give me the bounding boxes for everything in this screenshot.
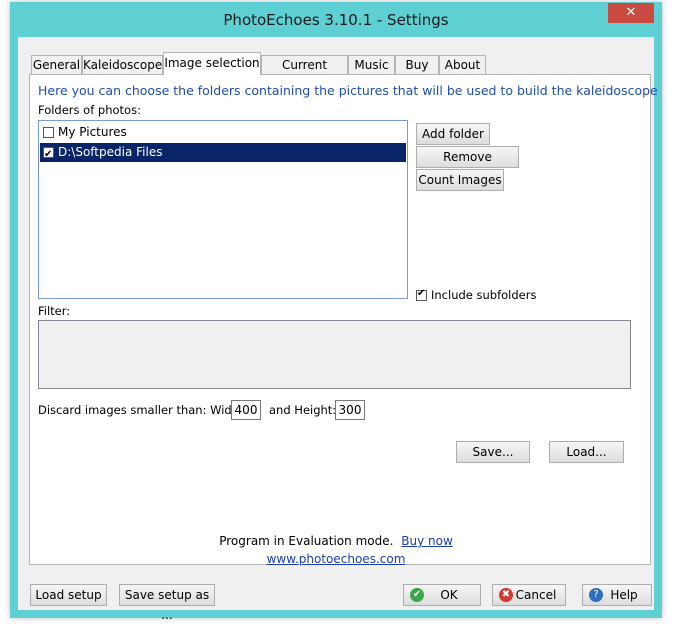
ok-icon: ✔: [410, 588, 424, 602]
tab-buy[interactable]: Buy: [395, 55, 439, 74]
list-item[interactable]: D:\Softpedia Files: [40, 143, 406, 164]
folder-name: My Pictures: [58, 125, 127, 139]
folder-checkbox[interactable]: [43, 127, 54, 138]
tab-kaleidoscope[interactable]: Kaleidoscope: [82, 55, 163, 74]
dialog-client: General Kaleidoscope Image selection Cur…: [18, 37, 658, 622]
tab-music[interactable]: Music: [348, 55, 395, 74]
filter-label: Filter:: [38, 304, 71, 318]
ok-button[interactable]: ✔ OK: [403, 584, 481, 606]
cancel-button[interactable]: ✖ Cancel: [492, 584, 566, 606]
help-icon: ?: [589, 588, 603, 602]
window-title: PhotoEchoes 3.10.1 - Settings: [223, 11, 449, 29]
folders-label: Folders of photos:: [38, 103, 141, 117]
buy-now-link[interactable]: Buy now: [401, 534, 453, 548]
close-icon: ✕: [625, 5, 637, 20]
folders-listbox[interactable]: My Pictures D:\Softpedia Files: [38, 120, 408, 299]
tab-current-image[interactable]: Current Image: [261, 55, 348, 91]
panel-hint: Here you can choose the folders containi…: [38, 83, 658, 98]
title-bar[interactable]: PhotoEchoes 3.10.1 - Settings ✕: [10, 2, 662, 37]
evaluation-text: Program in Evaluation mode.: [219, 534, 394, 548]
tab-image-selection[interactable]: Image selection: [163, 52, 261, 75]
folder-checkbox[interactable]: [43, 145, 54, 164]
evaluation-status: Program in Evaluation mode. Buy now: [18, 534, 654, 548]
tab-general[interactable]: General: [31, 55, 82, 74]
save-setup-button[interactable]: Save setup as ...: [119, 584, 215, 622]
folder-name: D:\Softpedia Files: [58, 145, 163, 159]
cancel-icon: ✖: [499, 588, 513, 602]
height-input[interactable]: 300: [335, 400, 365, 420]
tab-about[interactable]: About: [439, 55, 486, 74]
image-selection-panel: Here you can choose the folders containi…: [29, 74, 658, 565]
width-input[interactable]: 400: [231, 400, 261, 420]
include-subfolders-checkbox[interactable]: [416, 288, 427, 301]
website-link[interactable]: www.photoechoes.com: [267, 552, 406, 566]
filter-input[interactable]: [38, 320, 631, 389]
remove-selected-button[interactable]: Remove selected: [416, 146, 519, 184]
list-item[interactable]: My Pictures: [40, 123, 406, 142]
include-subfolders-label: Include subfolders: [431, 288, 537, 302]
load-setup-button[interactable]: Load setup: [30, 584, 107, 606]
save-button[interactable]: Save...: [456, 441, 530, 463]
help-button[interactable]: ? Help: [582, 584, 652, 606]
height-label: and Height:: [269, 403, 337, 417]
website-row: www.photoechoes.com: [18, 552, 654, 566]
load-button[interactable]: Load...: [549, 441, 624, 463]
count-images-button[interactable]: Count Images: [416, 169, 504, 191]
settings-window: PhotoEchoes 3.10.1 - Settings ✕ General …: [10, 2, 662, 622]
discard-label: Discard images smaller than: Width:: [38, 403, 248, 417]
ok-label: OK: [440, 588, 458, 602]
close-button[interactable]: ✕: [608, 3, 654, 23]
add-folder-button[interactable]: Add folder: [416, 123, 490, 145]
